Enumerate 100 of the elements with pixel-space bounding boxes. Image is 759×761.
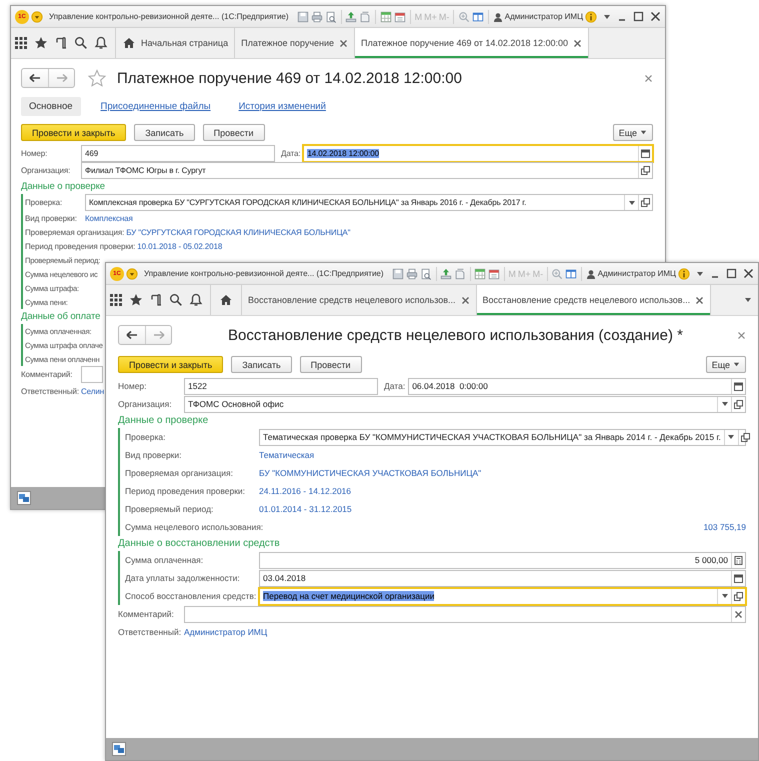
close-icon[interactable] [460,296,470,304]
info-icon[interactable] [585,10,598,22]
post-and-close-button[interactable]: Провести и закрыть [21,124,126,141]
upload-icon[interactable] [345,10,358,22]
maximize-icon[interactable] [633,11,644,22]
caret-icon[interactable] [696,270,704,278]
more-button[interactable]: Еще [706,356,746,373]
value-link[interactable]: 10.01.2018 - 05.02.2018 [137,242,222,250]
value-link[interactable]: Администратор ИМЦ [184,627,268,637]
value-link[interactable]: БУ "СУРГУТСКАЯ ГОРОДСКАЯ КЛИНИЧЕСКАЯ БОЛЬНИЦА" [126,228,350,236]
document-icon[interactable] [359,10,372,22]
toolbar-button[interactable]: Провести [202,124,264,141]
close-button[interactable] [737,330,746,340]
apps-grid-icon[interactable] [109,293,123,307]
form-tab[interactable]: История изменений [230,97,334,116]
search-icon[interactable] [169,293,183,307]
value-link[interactable]: Тематическая [259,450,314,460]
table-icon[interactable] [380,10,392,22]
date-field[interactable]: 06.04.2018 0:00:00 [408,378,746,394]
clear-button[interactable] [731,606,745,622]
save-icon[interactable] [296,10,309,22]
home-tab[interactable]: Начальная страница [116,28,236,58]
panels-icon[interactable] [472,10,484,22]
number-field[interactable]: 469 [81,145,275,162]
open-button[interactable] [638,195,652,210]
comment-field[interactable] [81,366,103,383]
search-icon[interactable] [74,36,88,50]
close-icon[interactable] [650,11,662,22]
monitors-icon[interactable] [18,492,30,504]
star-icon[interactable] [34,36,48,50]
calendar-button[interactable] [638,146,652,161]
number-field[interactable]: 1522 [184,378,378,394]
value-link[interactable]: 01.01.2014 - 31.12.2015 [259,504,352,514]
user-name[interactable]: Администратор ИМЦ [504,12,584,21]
comment-field[interactable] [184,606,746,622]
open-icon [740,432,750,442]
field-label: Проверяемая организация: [25,228,124,236]
date-field[interactable]: 03.04.2018 [259,570,746,586]
field-label: Сумма нецелевого использования: [125,522,264,532]
close-button[interactable] [644,74,653,82]
menu-icon[interactable] [126,268,138,280]
calendar-icon[interactable] [394,10,406,22]
monitors-icon[interactable] [113,743,125,755]
print-icon[interactable] [406,268,418,280]
value-link[interactable]: Селин [81,387,104,396]
apps-grid-icon[interactable] [14,36,28,50]
section-title: Данные о восстановлении средств [118,538,281,549]
user-name[interactable]: Администратор ИМЦ [598,269,676,278]
form-tab[interactable]: Присоединенные файлы [92,97,219,116]
dropdown-button[interactable] [717,396,731,412]
select-field[interactable]: Перевод на счет медицинской организации [259,588,746,604]
star-icon[interactable] [87,68,107,88]
calendar-icon[interactable] [488,268,500,280]
maximize-icon[interactable] [726,268,737,279]
preview-icon[interactable] [420,268,432,280]
open-button[interactable] [731,396,745,412]
close-icon[interactable] [339,38,348,48]
calendar-button[interactable] [731,378,745,394]
dropdown-button[interactable] [717,588,731,604]
date-field[interactable]: 14.02.2018 12:00:00 [303,145,653,162]
value-link[interactable]: Комплексная [85,214,133,222]
menu-icon[interactable] [31,10,43,22]
open-button[interactable] [731,588,745,604]
post-and-close-button[interactable]: Провести и закрыть [118,356,224,373]
star-icon[interactable] [129,293,143,307]
document-tab[interactable]: Платежное поручение 469 от 14.02.2018 12:00:00 [355,28,589,58]
bell-icon[interactable] [94,36,108,50]
print-icon[interactable] [310,10,323,22]
more-button[interactable]: Еще [612,124,653,141]
calculator-button[interactable] [731,552,745,568]
field-label: Ответственный: [118,627,182,637]
clear-icon [734,610,743,618]
preview-icon[interactable] [324,10,337,22]
number-field[interactable]: 5 000,00 [259,552,746,568]
panels-icon[interactable] [565,268,578,280]
value-link[interactable]: БУ "КОММУНИСТИЧЕСКАЯ УЧАСТКОВАЯ БОЛЬНИЦА" [259,468,482,478]
save-icon[interactable] [392,268,404,280]
toolbar-button[interactable]: Записать [134,124,195,141]
select-field[interactable]: Филиал ТФОМС Югры в г. Сургут [81,162,653,179]
document-icon[interactable] [454,268,466,280]
select-field[interactable]: Комплексная проверка БУ "СУРГУТСКАЯ ГОРОДСКАЯ КЛИНИЧЕСКАЯ БОЛЬНИЦА" за Январь 2016 г. - Декабрь 2017 г. [85,194,653,211]
upload-icon[interactable] [440,268,452,280]
table-icon[interactable] [474,268,486,280]
close-icon[interactable] [573,38,582,48]
form-tab[interactable]: Основное [21,97,81,116]
toolbar-button[interactable]: Записать [231,356,292,373]
toolbar-button[interactable]: Провести [300,356,362,373]
caret-icon[interactable] [603,12,612,20]
document-tab[interactable]: Восстановление средств нецелевого использов... [476,285,712,315]
value-link[interactable]: 24.11.2016 - 14.12.2016 [259,486,352,496]
calendar-button[interactable] [731,570,745,586]
open-button[interactable] [738,430,752,444]
dropdown-button[interactable] [624,195,638,210]
select-field[interactable]: ТФОМС Основной офис [184,396,746,412]
close-icon[interactable] [695,296,704,304]
bell-icon[interactable] [189,293,203,307]
close-icon[interactable] [743,268,754,279]
info-icon[interactable] [678,268,690,280]
close-icon [737,330,746,340]
open-button[interactable] [638,163,652,178]
